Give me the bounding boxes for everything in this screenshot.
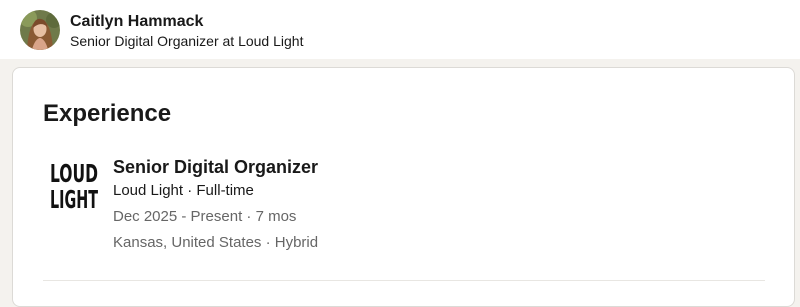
experience-location: Kansas, United States · Hybrid [113, 234, 319, 251]
experience-section: Experience LOUD LIGHT Senior Digital Org… [12, 67, 795, 307]
company-logo[interactable]: LOUD LIGHT [48, 157, 100, 213]
section-title: Experience [43, 100, 172, 127]
logo-line-2: LIGHT [50, 185, 98, 213]
profile-sticky-header: Caitlyn Hammack Senior Digital Organizer… [0, 0, 800, 59]
profile-name[interactable]: Caitlyn Hammack [70, 12, 203, 32]
logo-line-1: LOUD [50, 159, 98, 188]
experience-title[interactable]: Senior Digital Organizer [113, 155, 318, 179]
experience-dates: Dec 2025 - Present · 7 mos [113, 208, 297, 225]
profile-headline: Senior Digital Organizer at Loud Light [70, 33, 304, 49]
experience-company: Loud Light · Full-time [113, 182, 254, 199]
profile-avatar[interactable] [20, 10, 60, 50]
divider [43, 280, 765, 281]
